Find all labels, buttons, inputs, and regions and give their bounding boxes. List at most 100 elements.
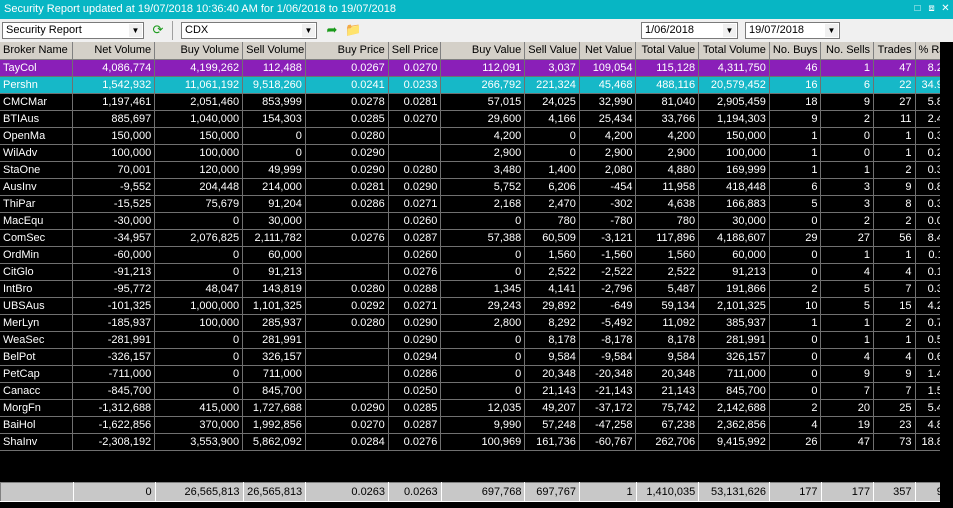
column-header[interactable]: Total Value: [635, 42, 700, 60]
table-cell: 30,000: [698, 212, 770, 230]
broker-name-cell: BTIAus: [0, 110, 74, 128]
table-cell: 3,553,900: [154, 433, 244, 451]
table-cell: -2,308,192: [72, 433, 156, 451]
arrow-go-icon[interactable]: ➦: [324, 22, 340, 38]
table-row[interactable]: OpenMa 150,000 150,000 0 0.0280 4,200 0 4,200 4,…: [0, 127, 953, 145]
table-row[interactable]: BaiHol -1,622,856 370,000 1,992,856 0.0270 0.…: [0, 416, 953, 434]
column-header[interactable]: Total Volume: [698, 42, 770, 60]
table-row[interactable]: PetCap -711,000 0 711,000 0.0286 0 20,348 -20,3…: [0, 365, 953, 383]
restore-icon[interactable]: □: [912, 3, 923, 14]
maximize-icon[interactable]: ⧈: [926, 3, 937, 14]
table-cell: -37,172: [579, 399, 637, 417]
table-cell: 1: [873, 127, 916, 145]
table-row[interactable]: AusInv -9,552 204,448 214,000 0.0281 0.0290 5,…: [0, 178, 953, 196]
table-row[interactable]: MerLyn -185,937 100,000 285,937 0.0280 0.0290…: [0, 314, 953, 332]
date-from-picker[interactable]: 1/06/2018 ▼: [641, 22, 738, 39]
column-header[interactable]: Sell Volume: [242, 42, 306, 60]
report-type-select[interactable]: Security Report ▼: [2, 22, 144, 39]
table-cell: 8,178: [524, 331, 580, 349]
table-cell: 143,819: [242, 280, 306, 298]
refresh-icon[interactable]: ⟳: [150, 22, 166, 38]
chevron-down-icon[interactable]: ▼: [129, 24, 142, 37]
table-row[interactable]: WilAdv 100,000 100,000 0 0.0290 2,900 0 2,900 2,…: [0, 144, 953, 162]
table-row[interactable]: UBSAus -101,325 1,000,000 1,101,325 0.0292 0.…: [0, 297, 953, 315]
table-row[interactable]: OrdMin -60,000 0 60,000 0.0260 0 1,560 -1,560 1,…: [0, 246, 953, 264]
table-cell: 0: [154, 246, 244, 264]
broker-name-cell: IntBro: [0, 280, 74, 298]
table-row[interactable]: IntBro -95,772 48,047 143,819 0.0280 0.0288 1,…: [0, 280, 953, 298]
chevron-down-icon[interactable]: ▼: [825, 24, 838, 37]
table-cell: 4: [873, 263, 916, 281]
table-cell: 2,051,460: [154, 93, 244, 111]
report-type-value: Security Report: [6, 24, 82, 36]
table-cell: 7: [820, 382, 875, 400]
table-cell: 0.0271: [388, 297, 442, 315]
column-header[interactable]: Trades: [873, 42, 916, 60]
table-cell: -326,157: [72, 348, 156, 366]
table-cell: 214,000: [242, 178, 306, 196]
table-row[interactable]: StaOne 70,001 120,000 49,999 0.0290 0.0280 3,4…: [0, 161, 953, 179]
table-cell: -30,000: [72, 212, 156, 230]
table-cell: 18: [769, 93, 822, 111]
table-row[interactable]: ComSec -34,957 2,076,825 2,111,782 0.0276 0.0…: [0, 229, 953, 247]
table-row[interactable]: BelPot -326,157 0 326,157 0.0294 0 9,584 -9,584…: [0, 348, 953, 366]
chevron-down-icon[interactable]: ▼: [302, 24, 315, 37]
table-cell: 0.0292: [305, 297, 389, 315]
table-row[interactable]: MorgFn -1,312,688 415,000 1,727,688 0.0290 0.…: [0, 399, 953, 417]
chevron-down-icon[interactable]: ▼: [723, 24, 736, 37]
table-row[interactable]: CMCMar 1,197,461 2,051,460 853,999 0.0278 0.0…: [0, 93, 953, 111]
column-header[interactable]: Buy Volume: [154, 42, 244, 60]
column-header[interactable]: No. Buys: [769, 42, 822, 60]
table-cell: 780: [635, 212, 700, 230]
table-row[interactable]: WeaSec -281,991 0 281,991 0.0290 0 8,178 -8,178…: [0, 331, 953, 349]
table-cell: 0.0280: [305, 280, 389, 298]
table-cell: 56: [873, 229, 916, 247]
table-row[interactable]: Canacc -845,700 0 845,700 0.0250 0 21,143 -21,1…: [0, 382, 953, 400]
total-cell: 0.0263: [305, 482, 390, 502]
table-row[interactable]: Pershn 1,542,932 11,061,192 9,518,260 0.0241…: [0, 76, 953, 94]
column-header[interactable]: Net Volume: [72, 42, 156, 60]
table-cell: 91,213: [242, 263, 306, 281]
column-header[interactable]: Broker Name: [0, 42, 74, 60]
table-cell: 0: [524, 144, 580, 162]
table-cell: 4: [873, 348, 916, 366]
table-row[interactable]: MacEqu -30,000 0 30,000 0.0260 0 780 -780 780 30,…: [0, 212, 953, 230]
column-header[interactable]: Net Value: [579, 42, 637, 60]
table-cell: 0.0280: [388, 161, 442, 179]
vertical-scrollbar[interactable]: [940, 42, 953, 508]
date-to-picker[interactable]: 19/07/2018 ▼: [745, 22, 840, 39]
column-header[interactable]: Sell Value: [524, 42, 580, 60]
table-cell: -1,560: [579, 246, 637, 264]
table-cell: 22: [873, 76, 916, 94]
security-code-select[interactable]: CDX ▼: [181, 22, 317, 39]
table-cell: 100,969: [440, 433, 526, 451]
table-cell: -1,622,856: [72, 416, 156, 434]
table-cell: 0: [820, 127, 875, 145]
close-icon[interactable]: ✕: [940, 3, 951, 14]
table-cell: 0: [440, 382, 526, 400]
table-row[interactable]: ThiPar -15,525 75,679 91,204 0.0286 0.0271 2,1…: [0, 195, 953, 213]
column-header[interactable]: Buy Price: [305, 42, 389, 60]
column-header[interactable]: Buy Value: [440, 42, 526, 60]
table-row[interactable]: BTIAus 885,697 1,040,000 154,303 0.0285 0.027…: [0, 110, 953, 128]
broker-name-cell: OpenMa: [0, 127, 74, 145]
table-cell: 117,896: [635, 229, 700, 247]
grid-header-row: Broker Name Net Volume Buy Volume Sell Volu…: [0, 42, 953, 60]
table-cell: 266,792: [440, 76, 526, 94]
table-cell: -2,796: [579, 280, 637, 298]
column-header[interactable]: No. Sells: [820, 42, 875, 60]
totals-row: 0 26,565,813 26,565,813 0.0263 0.0263 697,768…: [0, 482, 953, 502]
export-icon[interactable]: 📁: [345, 22, 361, 38]
table-row[interactable]: TayCol 4,086,774 4,199,262 112,488 0.0267 0.0…: [0, 59, 953, 77]
table-cell: 45,468: [579, 76, 637, 94]
column-header[interactable]: Sell Price: [388, 42, 442, 60]
table-cell: 4,638: [635, 195, 700, 213]
table-cell: 100,000: [698, 144, 770, 162]
table-cell: 91,213: [698, 263, 770, 281]
table-row[interactable]: ShaInv -2,308,192 3,553,900 5,862,092 0.0284…: [0, 433, 953, 451]
table-cell: 91,204: [242, 195, 306, 213]
table-row[interactable]: CitGlo -91,213 0 91,213 0.0276 0 2,522 -2,522 2,…: [0, 263, 953, 281]
date-to-value: 19/07/2018: [749, 24, 805, 36]
broker-name-cell: MacEqu: [0, 212, 74, 230]
table-cell: 0.0280: [305, 314, 389, 332]
